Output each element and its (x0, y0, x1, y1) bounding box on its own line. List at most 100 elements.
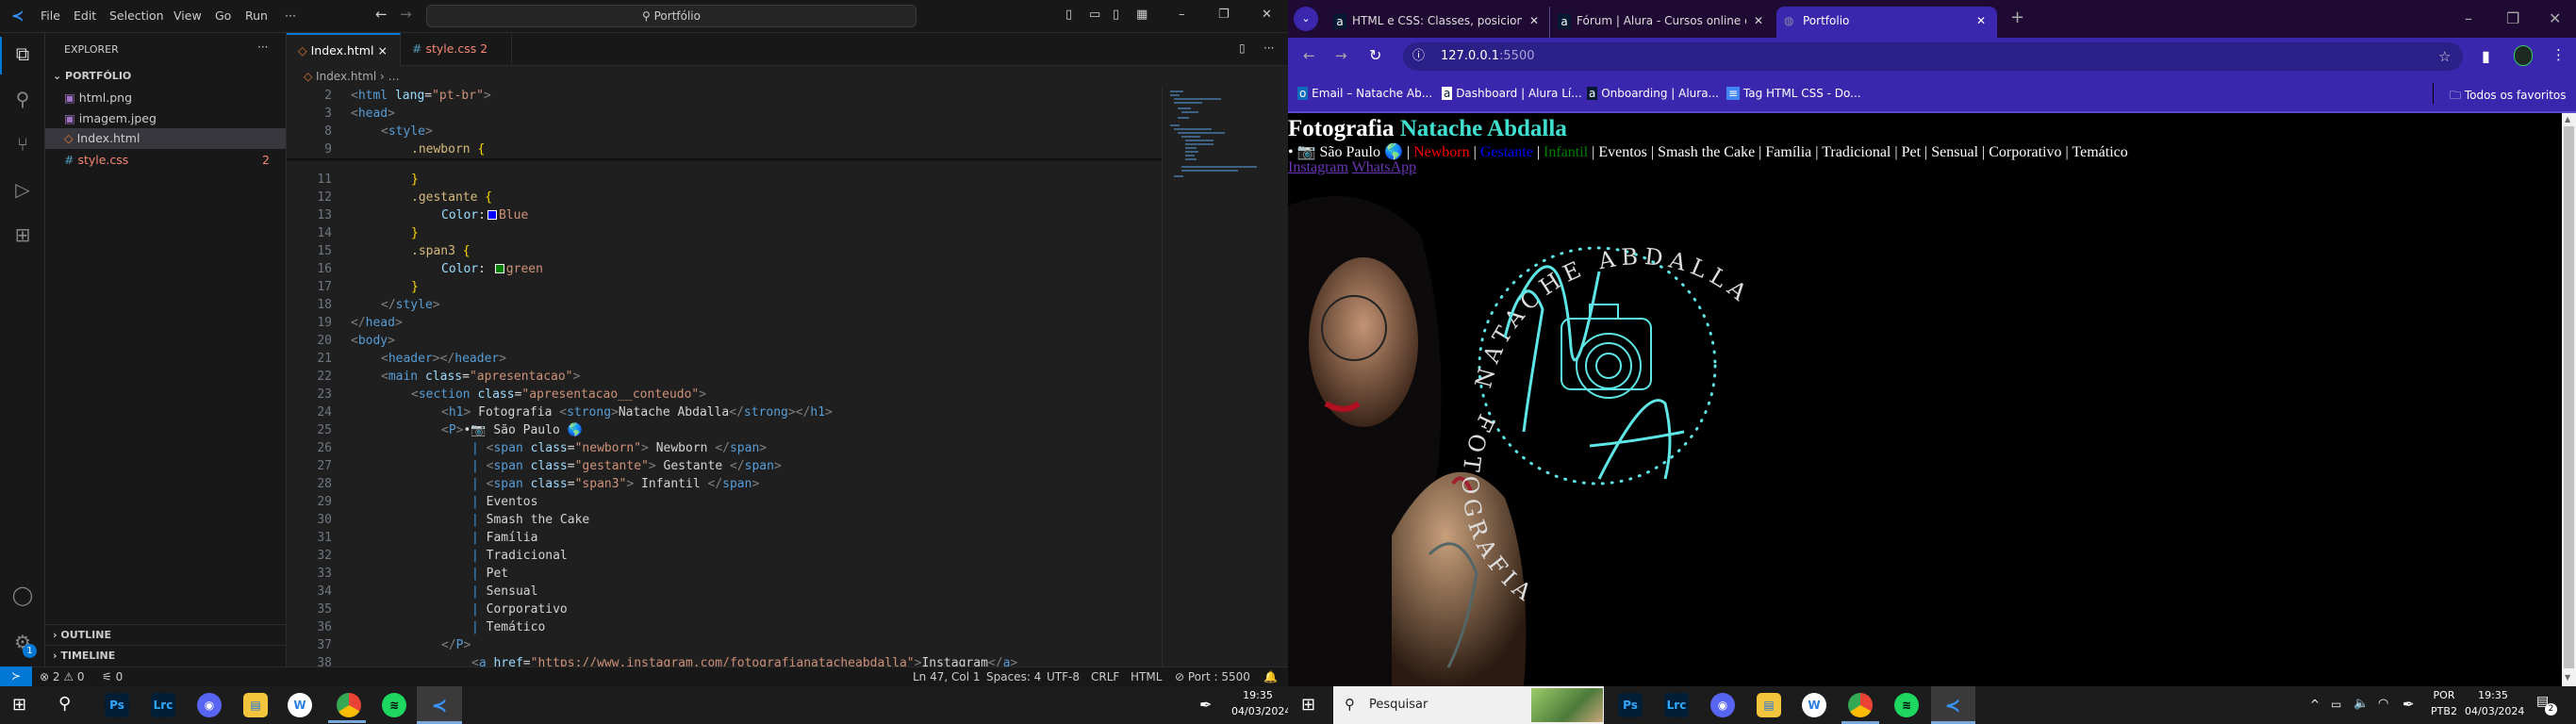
file-explorer-icon[interactable]: ▤ (243, 693, 268, 717)
customize-layout-icon[interactable]: ▦ (1136, 8, 1148, 22)
bookmark-star-icon[interactable]: ☆ (2438, 42, 2451, 71)
w-app-icon[interactable]: W (1802, 693, 1826, 717)
bookmark-dashboard[interactable]: a Dashboard | Alura Lí... (1442, 87, 1582, 100)
back-arrow-icon[interactable]: ← (375, 6, 388, 23)
bookmark-email[interactable]: o Email – Natache Ab... (1297, 87, 1432, 100)
cursor-position[interactable]: Ln 47, Col 1 (913, 667, 981, 686)
menu-go[interactable]: Go (215, 8, 231, 23)
code-editor[interactable]: 2 <html lang="pt-br"> 3 <head> 8 <style> 9 .new… (287, 87, 1162, 666)
code-line[interactable]: 34 | Sensual (287, 583, 1162, 601)
breadcrumb-file[interactable]: Index.html (316, 70, 376, 83)
bookmark-onboarding[interactable]: a Onboarding | Alura... (1587, 87, 1719, 100)
vscode-icon[interactable]: ≺ (1940, 693, 1965, 717)
all-bookmarks-folder[interactable]: 🗀 Todos os favoritos (2450, 87, 2567, 107)
code-line[interactable]: 8 <style> (287, 123, 1162, 140)
instagram-link[interactable]: Instagram (1288, 159, 1348, 175)
code-line[interactable]: 9 .newborn { (287, 140, 1162, 158)
menu-more[interactable]: ··· (285, 8, 296, 23)
code-line[interactable]: 22 <main class="apresentacao"> (287, 368, 1162, 386)
code-line[interactable]: 12 .gestante { (287, 189, 1162, 206)
file-item-imagem-jpeg[interactable]: ▣ imagem.jpeg (45, 108, 286, 129)
lightroom-classic-icon[interactable]: Lrc (151, 693, 175, 717)
restore-icon[interactable]: ❐ (2506, 9, 2519, 27)
code-line[interactable]: 36 | Temático (287, 618, 1162, 636)
pen-icon[interactable]: ✒ (1199, 696, 1212, 714)
split-editor-icon[interactable]: ▯ (1239, 41, 1246, 55)
code-line[interactable]: 27 | <span class="gestante"> Gestante </s… (287, 457, 1162, 475)
language-mode[interactable]: HTML (1131, 667, 1162, 686)
search-icon[interactable]: ⚲ (0, 88, 45, 110)
code-line[interactable]: 31 | Família (287, 529, 1162, 547)
discord-icon[interactable]: ◉ (1710, 693, 1735, 717)
code-line[interactable]: 33 | Pet (287, 565, 1162, 583)
file-item-html-png[interactable]: ▣ html.png (45, 88, 286, 108)
toggle-panel-icon[interactable]: ▭ (1089, 8, 1100, 22)
close-icon[interactable]: ✕ (1262, 8, 1272, 22)
outline-section[interactable]: › OUTLINE (45, 624, 286, 645)
file-item-index-html[interactable]: ◇ Index.html (45, 128, 286, 149)
show-hidden-icons-chevron[interactable]: ^ (2310, 698, 2320, 711)
editor-more-icon[interactable]: ··· (1263, 41, 1274, 55)
timeline-section[interactable]: › TIMELINE (45, 645, 286, 666)
language-indicator[interactable]: POR PTB2 (2429, 689, 2459, 717)
encoding[interactable]: UTF-8 (1047, 667, 1080, 686)
menu-selection[interactable]: Selection (109, 8, 164, 23)
file-item-style-css[interactable]: # style.css 2 (45, 150, 286, 171)
whatsapp-link[interactable]: WhatsApp (1352, 159, 1416, 175)
folder-portfolio[interactable]: ⌄ PORTFÓLIO (45, 66, 286, 87)
browser-tab-portfolio[interactable]: ◍ Portfolio ✕ (1776, 7, 1997, 38)
clock-right[interactable]: 19:35 04/03/2024 (2465, 689, 2524, 717)
clock-left[interactable]: 19:35 04/03/2024 (1231, 689, 1291, 717)
spotify-icon[interactable]: ≋ (382, 693, 406, 717)
tab-close-icon[interactable]: × (377, 43, 387, 58)
pen-icon[interactable]: ✒ (2403, 696, 2415, 713)
chrome-icon[interactable] (337, 693, 361, 717)
w-app-icon[interactable]: W (288, 693, 312, 717)
breadcrumb-more[interactable]: … (388, 70, 400, 83)
profile-avatar[interactable] (2514, 45, 2533, 66)
minimize-icon[interactable]: – (2465, 9, 2472, 27)
code-line[interactable]: 19 </head> (287, 314, 1162, 332)
source-control-icon[interactable]: ⑂ (0, 133, 45, 156)
code-line[interactable]: 35 | Corporativo (287, 601, 1162, 618)
menu-edit[interactable]: Edit (74, 8, 96, 23)
windows-start-icon[interactable]: ⊞ (1301, 695, 1315, 715)
explorer-icon[interactable]: ⧉ (0, 42, 45, 65)
code-line[interactable]: 30 | Smash the Cake (287, 511, 1162, 529)
code-line[interactable]: 25 <P>•📷 São Paulo 🌎 (287, 421, 1162, 439)
notification-center-icon[interactable]: ▤ 2 (2536, 694, 2557, 716)
windows-start-icon[interactable]: ⊞ (12, 695, 26, 715)
code-line[interactable]: 18 </style> (287, 296, 1162, 314)
side-panel-icon[interactable]: ▮ (2482, 47, 2490, 65)
forward-icon[interactable]: → (1335, 47, 1347, 64)
new-tab-button[interactable]: + (2010, 8, 2024, 27)
back-icon[interactable]: ← (1303, 47, 1315, 64)
address-bar[interactable]: ⓘ 127.0.0.1:5500 ☆ (1403, 42, 2463, 71)
browser-tab-html-css[interactable]: a HTML e CSS: Classes, posicionar ✕ (1326, 7, 1550, 38)
color-swatch[interactable] (487, 210, 497, 220)
wifi-icon[interactable]: ◠ (2378, 697, 2388, 711)
menu-file[interactable]: File (41, 8, 60, 23)
code-line[interactable]: 21 <header></header> (287, 350, 1162, 368)
code-line[interactable]: 15 .span3 { (287, 242, 1162, 260)
minimap[interactable] (1162, 87, 1288, 666)
restore-icon[interactable]: ❐ (1218, 8, 1230, 22)
code-line[interactable]: 29 | Eventos (287, 493, 1162, 511)
site-info-icon[interactable]: ⓘ (1412, 42, 1425, 71)
photoshop-icon[interactable]: Ps (105, 693, 129, 717)
taskbar-search-box[interactable]: ⚲ Pesquisar (1333, 686, 1604, 724)
notifications-bell-icon[interactable]: 🔔 (1263, 667, 1278, 686)
tab-close-icon[interactable]: ✕ (1976, 7, 1986, 35)
code-line[interactable]: 38 <a href="https://www.instagram.com/fot… (287, 654, 1162, 666)
line-ending[interactable]: CRLF (1091, 667, 1119, 686)
scroll-down-icon[interactable]: ▼ (2565, 673, 2570, 682)
code-line[interactable]: 16 Color: green (287, 260, 1162, 278)
live-server-port[interactable]: ⊘ Port : 5500 (1175, 667, 1250, 686)
account-icon[interactable]: ◯ (0, 584, 45, 606)
close-icon[interactable]: ✕ (2549, 9, 2561, 27)
remote-button[interactable]: ≻ (0, 666, 32, 686)
code-line[interactable]: 20 <body> (287, 332, 1162, 350)
code-line[interactable]: 24 <h1> Fotografia <strong>Natache Abdall… (287, 403, 1162, 421)
tab-search-button[interactable]: ⌄ (1294, 7, 1318, 31)
search-icon[interactable]: ⚲ (58, 694, 71, 714)
